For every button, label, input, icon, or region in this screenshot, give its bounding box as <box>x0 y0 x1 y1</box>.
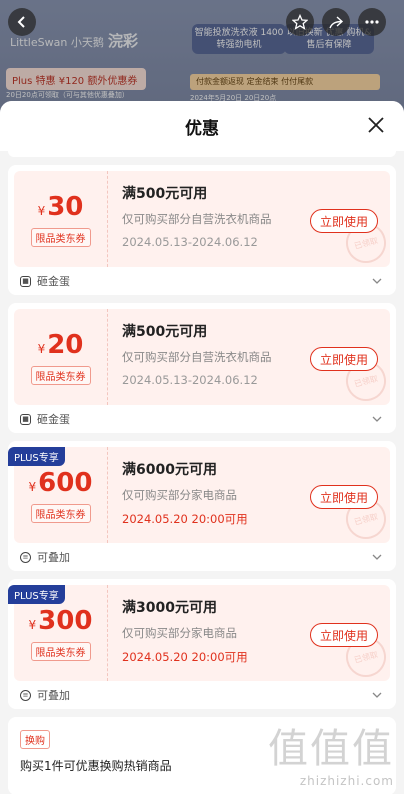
coupon-amount-value: 300 <box>38 605 93 636</box>
coupon-category-tag: 限品类东券 <box>30 365 91 385</box>
currency-symbol: ¥ <box>37 203 46 218</box>
coupon-footer-label: 可叠加 <box>37 551 70 564</box>
coupon-card: PLUS专享 ¥ 600 限品类东券 满6000元可用 仅可购买部分家电商品 2… <box>8 441 396 571</box>
coupon-footer-label: 砸金蛋 <box>37 275 70 288</box>
coupon-footer[interactable]: ■ 砸金蛋 <box>8 267 396 295</box>
coupon-footer[interactable]: ■ 砸金蛋 <box>8 405 396 433</box>
coupon-body: ¥ 30 限品类东券 满500元可用 仅可购买部分自营洗衣机商品 2024.05… <box>14 171 391 268</box>
plus-exclusive-badge: PLUS专享 <box>8 585 65 604</box>
coupon-condition: 满500元可用 <box>122 324 208 340</box>
coupon-category-tag: 限品类东券 <box>30 227 91 247</box>
coupon-card: PLUS专享 ¥ 300 限品类东券 满3000元可用 仅可购买部分家电商品 2… <box>8 579 396 709</box>
chevron-down-icon <box>372 554 382 560</box>
coupon-condition: 满3000元可用 <box>122 600 217 616</box>
star-icon <box>292 14 308 30</box>
coupon-footer-label: 可叠加 <box>37 689 70 702</box>
back-icon <box>17 16 25 28</box>
coupon-amount-value: 600 <box>38 467 93 498</box>
coupon-amount: ¥ 30 <box>38 192 84 222</box>
chevron-down-icon <box>372 416 382 422</box>
coupon-condition: 满500元可用 <box>122 186 208 202</box>
plus-exclusive-badge: PLUS专享 <box>8 447 65 466</box>
back-button[interactable] <box>8 8 36 36</box>
coupon-condition: 满6000元可用 <box>122 462 217 478</box>
watermark-url: zhizhizhi.com <box>299 774 394 788</box>
coupon-body: PLUS专享 ¥ 300 限品类东券 满3000元可用 仅可购买部分家电商品 2… <box>8 585 391 682</box>
coupon-category-tag: 限品类东券 <box>30 641 91 661</box>
sheet-title: 优惠 <box>185 118 219 139</box>
currency-symbol: ¥ <box>28 617 37 632</box>
close-icon <box>368 117 384 133</box>
chevron-down-icon <box>372 278 382 284</box>
coupon-sheet: 优惠 ¥ 30 限品类东券 满500元可用 仅可购买部分自营洗衣机商品 2024… <box>0 101 404 794</box>
egg-icon: ■ <box>20 413 31 425</box>
exchange-tag: 换购 <box>20 730 50 749</box>
coupon-amount-value: 30 <box>47 191 84 222</box>
stack-icon: ≡ <box>20 551 31 563</box>
coupon-footer[interactable]: ≡ 可叠加 <box>8 543 396 571</box>
watermark-logo: 值值值 <box>268 726 394 772</box>
egg-icon: ■ <box>20 275 31 287</box>
use-now-button[interactable]: 立即使用 <box>309 623 378 647</box>
more-button[interactable] <box>358 8 386 36</box>
currency-symbol: ¥ <box>28 479 37 494</box>
use-now-button[interactable]: 立即使用 <box>309 485 378 509</box>
chevron-down-icon <box>372 692 382 698</box>
share-icon <box>329 16 344 29</box>
favorite-button[interactable] <box>286 8 314 36</box>
coupon-amount: ¥ 20 <box>38 330 84 360</box>
coupon-body: ¥ 20 限品类东券 满500元可用 仅可购买部分自营洗衣机商品 2024.05… <box>14 309 391 406</box>
currency-symbol: ¥ <box>37 341 46 356</box>
stack-icon: ≡ <box>20 689 31 701</box>
sheet-header: 优惠 <box>0 101 404 151</box>
close-button[interactable] <box>364 113 388 137</box>
coupon-body: PLUS专享 ¥ 600 限品类东券 满6000元可用 仅可购买部分家电商品 2… <box>8 447 391 544</box>
coupon-card: ¥ 30 限品类东券 满500元可用 仅可购买部分自营洗衣机商品 2024.05… <box>8 165 396 295</box>
coupon-value-area: ¥ 30 限品类东券 <box>14 171 108 267</box>
share-button[interactable] <box>322 8 350 36</box>
more-dots-icon <box>365 20 379 24</box>
previous-card-edge <box>8 151 396 157</box>
site-watermark: 值值值 zhizhizhi.com <box>268 716 394 788</box>
coupon-amount: ¥ 600 <box>29 468 93 498</box>
use-now-button[interactable]: 立即使用 <box>309 209 378 233</box>
coupon-footer-label: 砸金蛋 <box>37 413 70 426</box>
coupon-footer[interactable]: ≡ 可叠加 <box>8 681 396 709</box>
coupon-category-tag: 限品类东券 <box>30 503 91 523</box>
coupon-amount-value: 20 <box>47 329 84 360</box>
coupon-value-area: ¥ 20 限品类东券 <box>14 309 108 405</box>
coupon-amount: ¥ 300 <box>29 606 93 636</box>
use-now-button[interactable]: 立即使用 <box>309 347 378 371</box>
coupon-card: ¥ 20 限品类东券 满500元可用 仅可购买部分自营洗衣机商品 2024.05… <box>8 303 396 433</box>
